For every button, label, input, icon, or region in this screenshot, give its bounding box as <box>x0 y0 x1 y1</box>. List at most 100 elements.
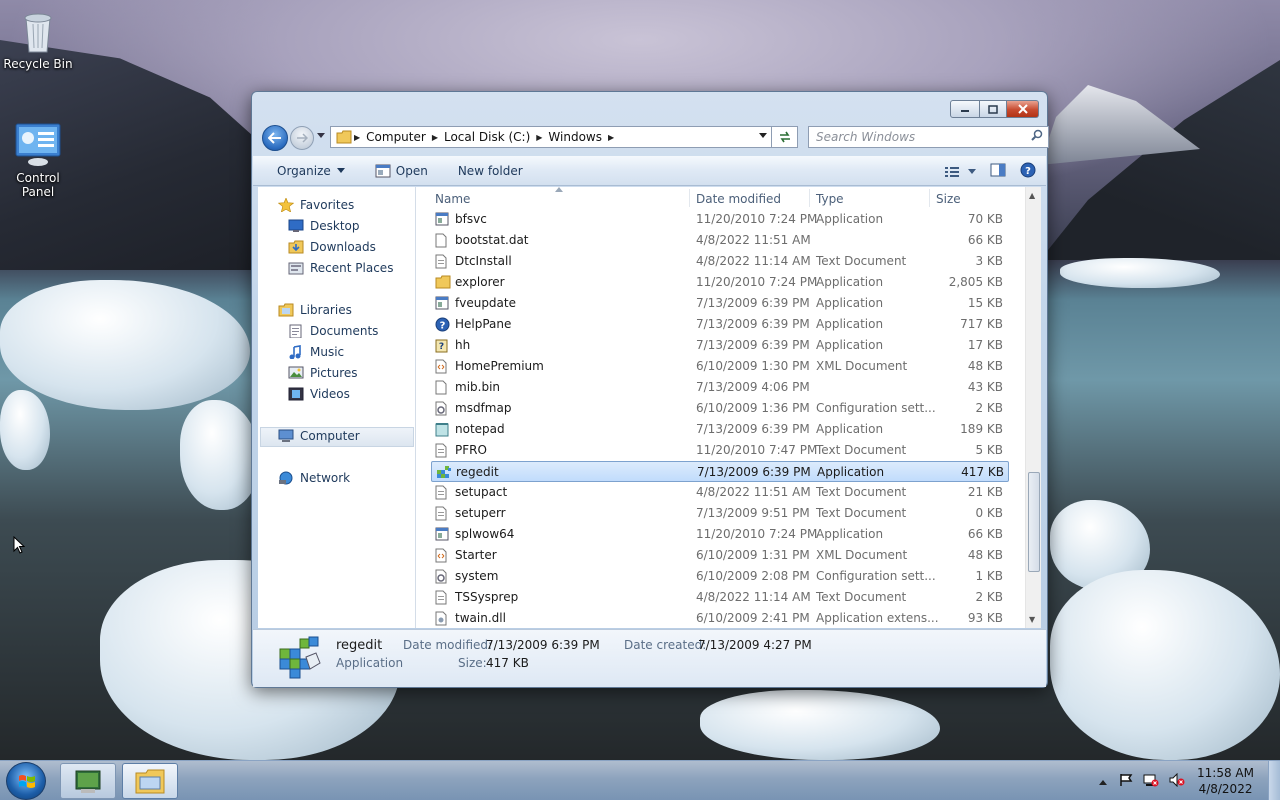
nav-label: Music <box>310 345 345 359</box>
file-row[interactable]: msdfmap 6/10/2009 1:36 PM Configuration se… <box>431 398 1009 419</box>
breadcrumb-separator-icon[interactable]: ▶ <box>432 133 438 142</box>
file-date-modified: 4/8/2022 11:14 AM <box>696 590 811 604</box>
file-date-modified: 4/8/2022 11:51 AM <box>696 233 811 247</box>
file-row[interactable]: fveupdate 7/13/2009 6:39 PM Application 15 … <box>431 293 1009 314</box>
file-row[interactable]: explorer 11/20/2010 7:24 PM Application 2,8… <box>431 272 1009 293</box>
file-row[interactable]: ? HelpPane 7/13/2009 6:39 PM Application 717… <box>431 314 1009 335</box>
file-row[interactable]: splwow64 11/20/2010 7:24 PM Application 66 … <box>431 524 1009 545</box>
start-button[interactable] <box>6 762 46 800</box>
search-input[interactable]: Search Windows <box>808 126 1049 148</box>
maximize-button[interactable] <box>980 100 1007 118</box>
column-separator[interactable] <box>809 189 810 207</box>
taskbar: 11:58 AM 4/8/2022 <box>0 760 1280 800</box>
vertical-scrollbar[interactable]: ▲ ▼ <box>1025 187 1041 628</box>
taskbar-app-regedit[interactable] <box>60 763 116 799</box>
column-name[interactable]: Name <box>435 192 470 206</box>
minimize-icon <box>961 110 969 112</box>
file-date-modified: 11/20/2010 7:24 PM <box>696 275 818 289</box>
nav-item-libraries[interactable]: Libraries <box>278 303 352 317</box>
text-file-icon <box>435 590 449 605</box>
file-row[interactable]: regedit 7/13/2009 6:39 PM Application 417 K… <box>431 461 1009 482</box>
app-icon <box>435 212 449 227</box>
preview-pane-icon <box>990 163 1006 177</box>
file-row[interactable]: twain.dll 6/10/2009 2:41 PM Application ex… <box>431 608 1009 629</box>
file-row[interactable]: notepad 7/13/2009 6:39 PM Application 189 K… <box>431 419 1009 440</box>
file-row[interactable]: setupact 4/8/2022 11:51 AM Text Document 21… <box>431 482 1009 503</box>
file-row[interactable]: DtcInstall 4/8/2022 11:14 AM Text Document… <box>431 251 1009 272</box>
nav-item-videos[interactable]: Videos <box>288 387 350 401</box>
nav-item-music[interactable]: Music <box>288 345 344 359</box>
nav-item-favorites[interactable]: Favorites <box>278 198 354 212</box>
nav-item-recent-places[interactable]: Recent Places <box>288 261 393 275</box>
file-size: 417 KB <box>961 465 1004 479</box>
file-row[interactable]: system 6/10/2009 2:08 PM Configuration set… <box>431 566 1009 587</box>
volume-muted-icon[interactable] <box>1169 772 1185 790</box>
change-view-button[interactable] <box>944 166 976 178</box>
column-size[interactable]: Size <box>936 192 961 206</box>
breadcrumb-separator-icon[interactable]: ▶ <box>608 133 614 142</box>
close-button[interactable] <box>1007 100 1039 118</box>
column-type[interactable]: Type <box>816 192 844 206</box>
column-separator[interactable] <box>689 189 690 207</box>
nav-item-documents[interactable]: Documents <box>288 324 378 338</box>
open-button[interactable]: Open <box>375 164 428 178</box>
minimize-button[interactable] <box>950 100 980 118</box>
breadcrumb-windows[interactable]: Windows <box>548 130 602 144</box>
file-name: setuperr <box>455 506 506 520</box>
address-bar[interactable]: ▶ Computer ▶ Local Disk (C:) ▶ Windows ▶ <box>330 126 772 148</box>
file-row[interactable]: PFRO 11/20/2010 7:47 PM Text Document 5 KB <box>431 440 1009 461</box>
view-list-icon <box>945 166 959 177</box>
desktop-icon-recycle-bin[interactable]: Recycle Bin <box>0 8 76 71</box>
windows-logo-icon <box>19 775 35 788</box>
nav-item-downloads[interactable]: Downloads <box>288 240 376 254</box>
scroll-thumb[interactable] <box>1028 472 1040 572</box>
show-hidden-icons-button[interactable] <box>1099 774 1108 788</box>
nav-item-network[interactable]: Network <box>278 471 350 485</box>
column-date-modified[interactable]: Date modified <box>696 192 781 206</box>
show-desktop-button[interactable] <box>1268 761 1280 800</box>
action-center-icon[interactable] <box>1119 773 1133 790</box>
search-icon[interactable] <box>1031 129 1043 144</box>
column-separator[interactable] <box>929 189 930 207</box>
nav-item-desktop[interactable]: Desktop <box>288 219 360 233</box>
refresh-button[interactable] <box>772 126 798 148</box>
network-status-icon[interactable] <box>1143 773 1159 790</box>
taskbar-app-explorer[interactable] <box>122 763 178 799</box>
help-button[interactable]: ? <box>1020 162 1036 181</box>
clock[interactable]: 11:58 AM 4/8/2022 <box>1197 765 1254 797</box>
back-button[interactable] <box>262 125 288 151</box>
file-row[interactable]: HomePremium 6/10/2009 1:30 PM XML Document… <box>431 356 1009 377</box>
forward-button[interactable] <box>290 126 314 150</box>
file-name: HomePremium <box>455 359 544 373</box>
file-name: mib.bin <box>455 380 501 394</box>
file-date-modified: 7/13/2009 6:39 PM <box>696 317 810 331</box>
file-row[interactable]: mib.bin 7/13/2009 4:06 PM 43 KB <box>431 377 1009 398</box>
nav-label: Computer <box>300 429 360 443</box>
file-size: 1 KB <box>975 569 1003 583</box>
nav-item-pictures[interactable]: Pictures <box>288 366 358 380</box>
refresh-icon <box>779 131 790 143</box>
breadcrumb-separator-icon[interactable]: ▶ <box>536 133 542 142</box>
file-row[interactable]: setuperr 7/13/2009 9:51 PM Text Document 0 … <box>431 503 1009 524</box>
file-row[interactable]: bfsvc 11/20/2010 7:24 PM Application 70 KB <box>431 209 1009 230</box>
address-history-dropdown[interactable] <box>759 132 767 142</box>
new-folder-button[interactable]: New folder <box>458 164 523 178</box>
breadcrumb-computer[interactable]: Computer <box>366 130 426 144</box>
preview-pane-button[interactable] <box>990 163 1006 180</box>
scroll-up-icon[interactable]: ▲ <box>1029 191 1035 200</box>
recent-places-icon <box>288 262 304 275</box>
file-row[interactable]: TSSysprep 4/8/2022 11:14 AM Text Document 2… <box>431 587 1009 608</box>
organize-button[interactable]: Organize <box>277 164 345 178</box>
breadcrumb-local-disk[interactable]: Local Disk (C:) <box>444 130 530 144</box>
file-row[interactable]: ? hh 7/13/2009 6:39 PM Application 17 KB <box>431 335 1009 356</box>
file-row[interactable]: Starter 6/10/2009 1:31 PM XML Document 48 K… <box>431 545 1009 566</box>
scroll-down-icon[interactable]: ▼ <box>1029 615 1035 624</box>
nav-label: Favorites <box>300 198 355 212</box>
file-row[interactable]: bootstat.dat 4/8/2022 11:51 AM 66 KB <box>431 230 1009 251</box>
desktop-icon-control-panel[interactable]: Control Panel <box>0 120 76 199</box>
breadcrumb-separator-icon[interactable]: ▶ <box>354 133 360 142</box>
details-date-modified: 7/13/2009 6:39 PM <box>486 638 600 652</box>
explorer-window[interactable]: ▶ Computer ▶ Local Disk (C:) ▶ Windows ▶… <box>251 91 1049 688</box>
nav-item-computer[interactable]: Computer <box>278 429 360 443</box>
recent-pages-dropdown[interactable] <box>317 132 325 142</box>
